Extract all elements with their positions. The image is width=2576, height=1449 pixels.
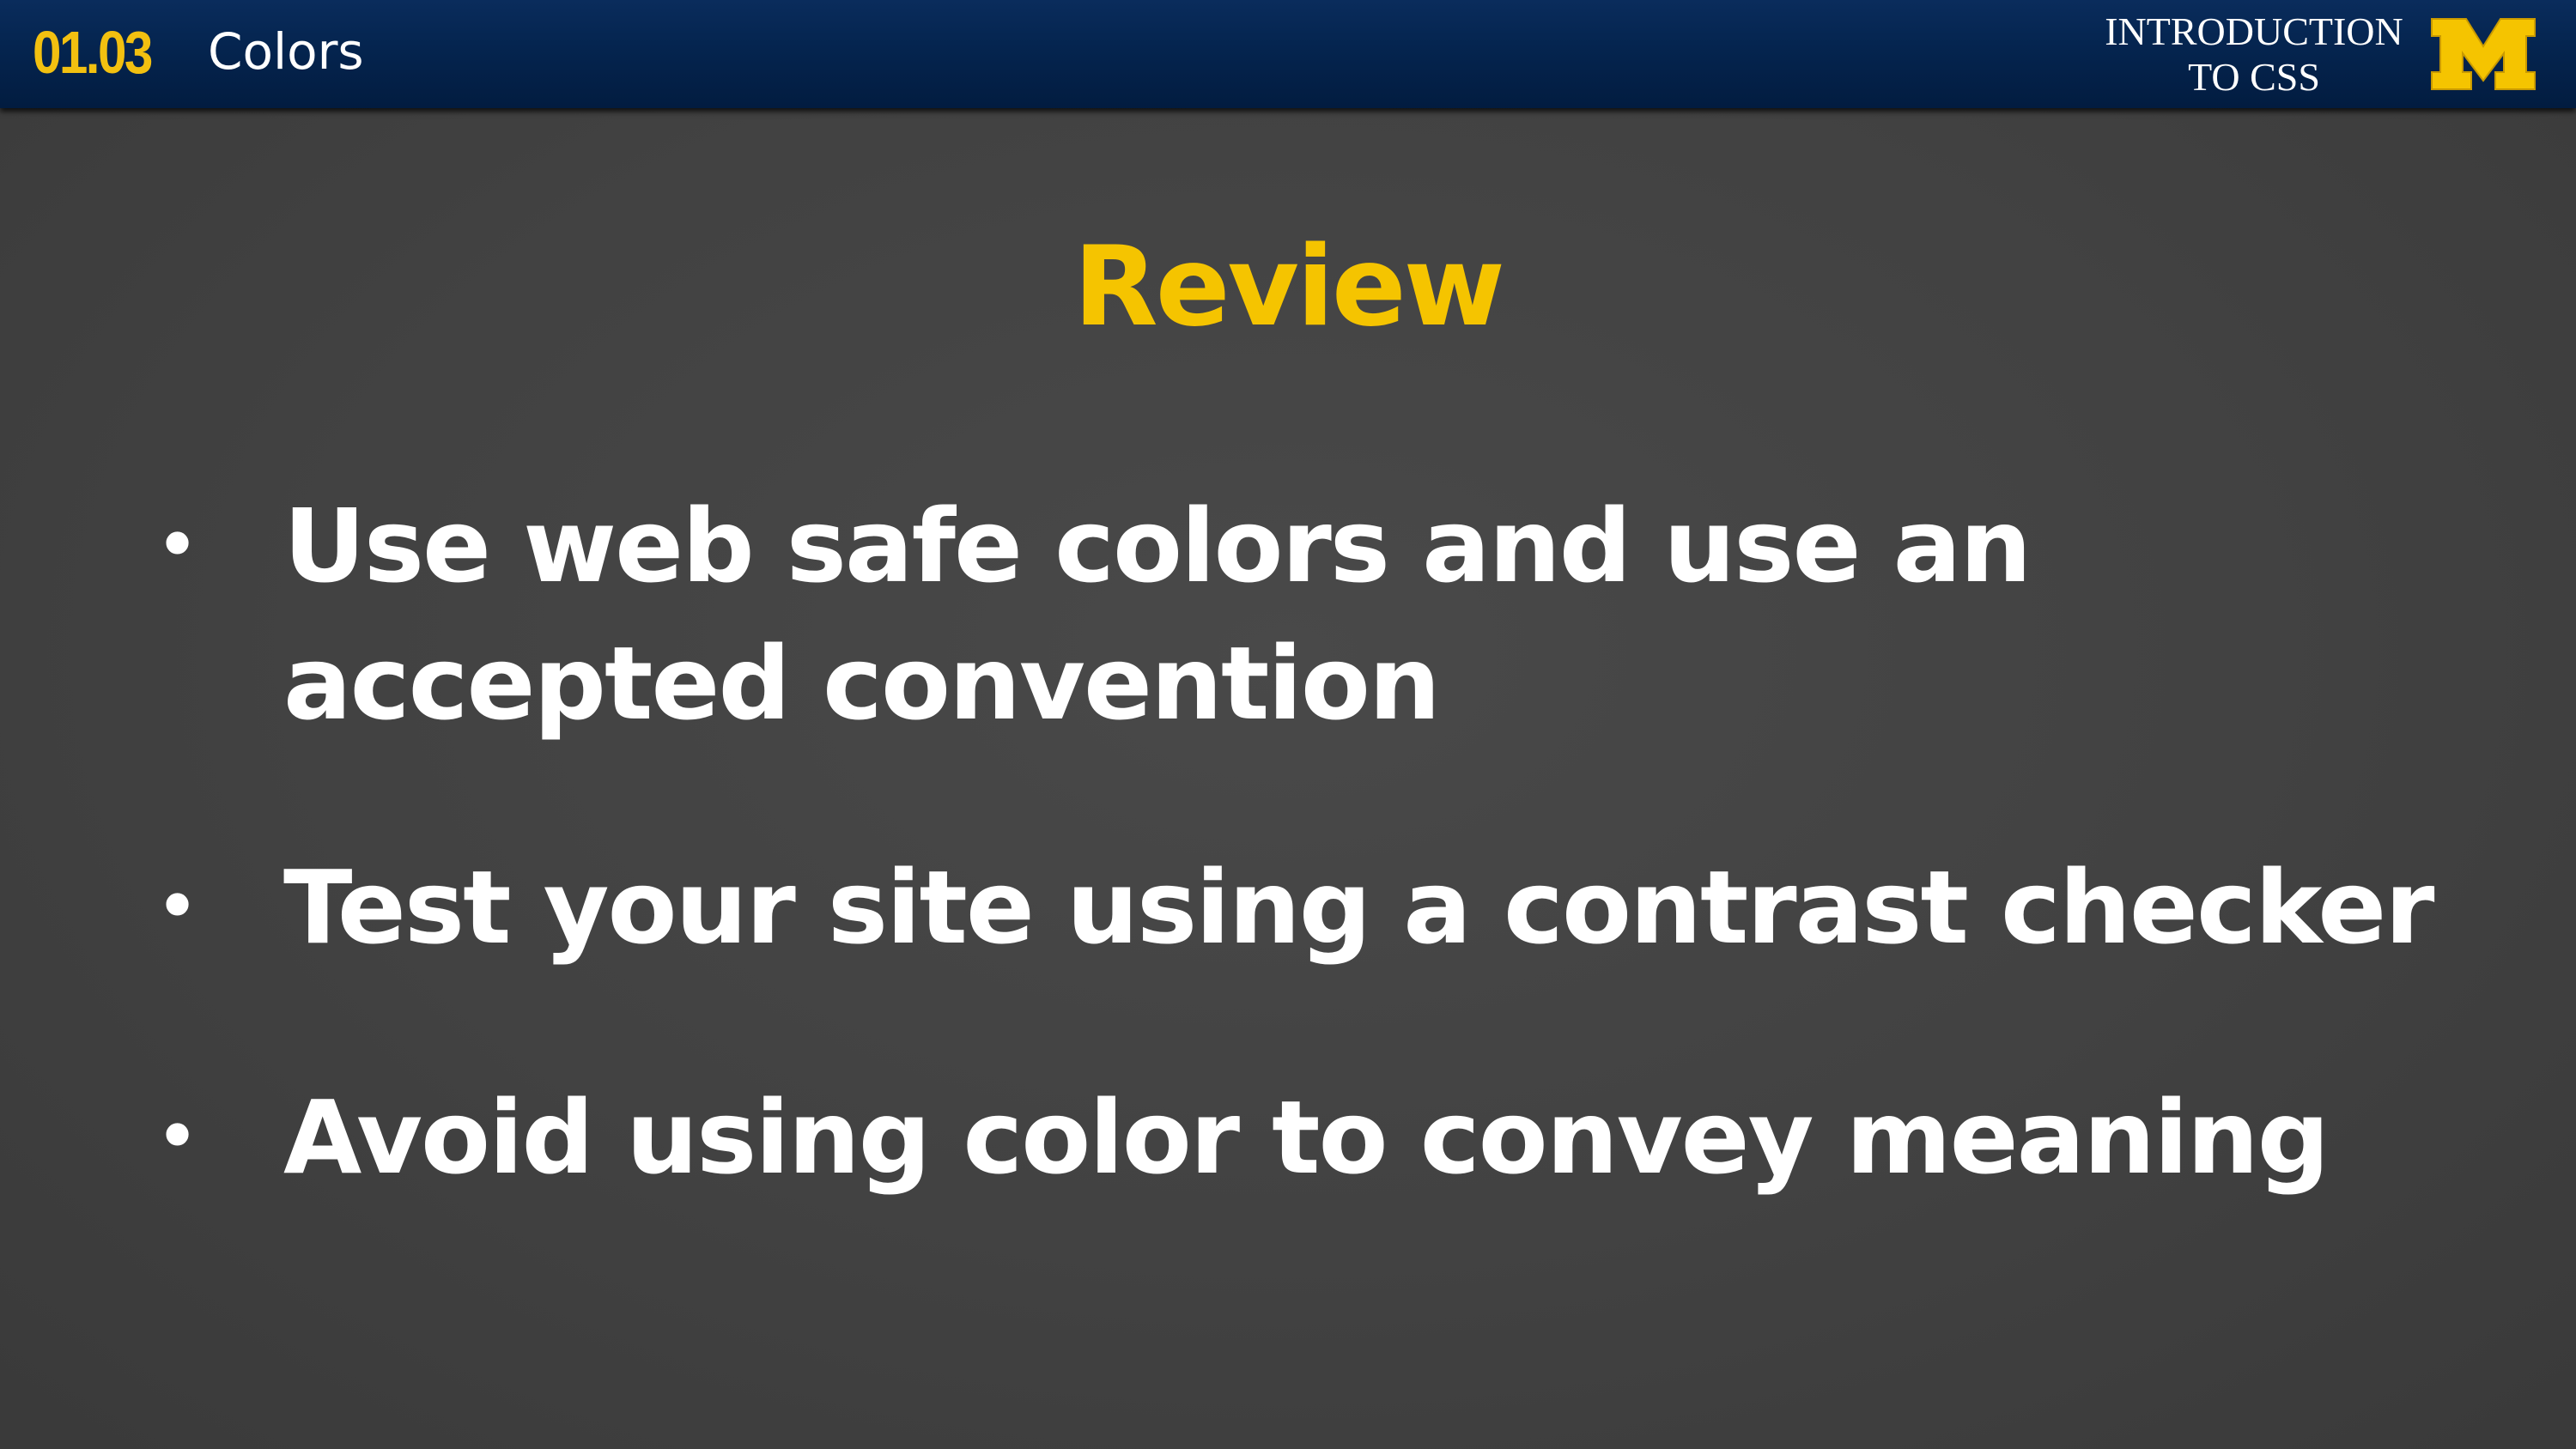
bullet-dot-icon: • [155,862,201,952]
bullet-list: • Use web safe colors and use an accepte… [0,0,2576,1449]
bullet-text: Avoid using color to convey meaning [283,1078,2330,1197]
bullet-text: Use web safe colors and use an accepted … [283,487,2032,743]
bullet-text: Test your site using a contrast checker [283,848,2434,967]
slide: 01.03 Colors INTRODUCTION TO CSS Review … [0,0,2576,1449]
bullet-dot-icon: • [155,1092,201,1182]
bullet-dot-icon: • [155,500,201,591]
